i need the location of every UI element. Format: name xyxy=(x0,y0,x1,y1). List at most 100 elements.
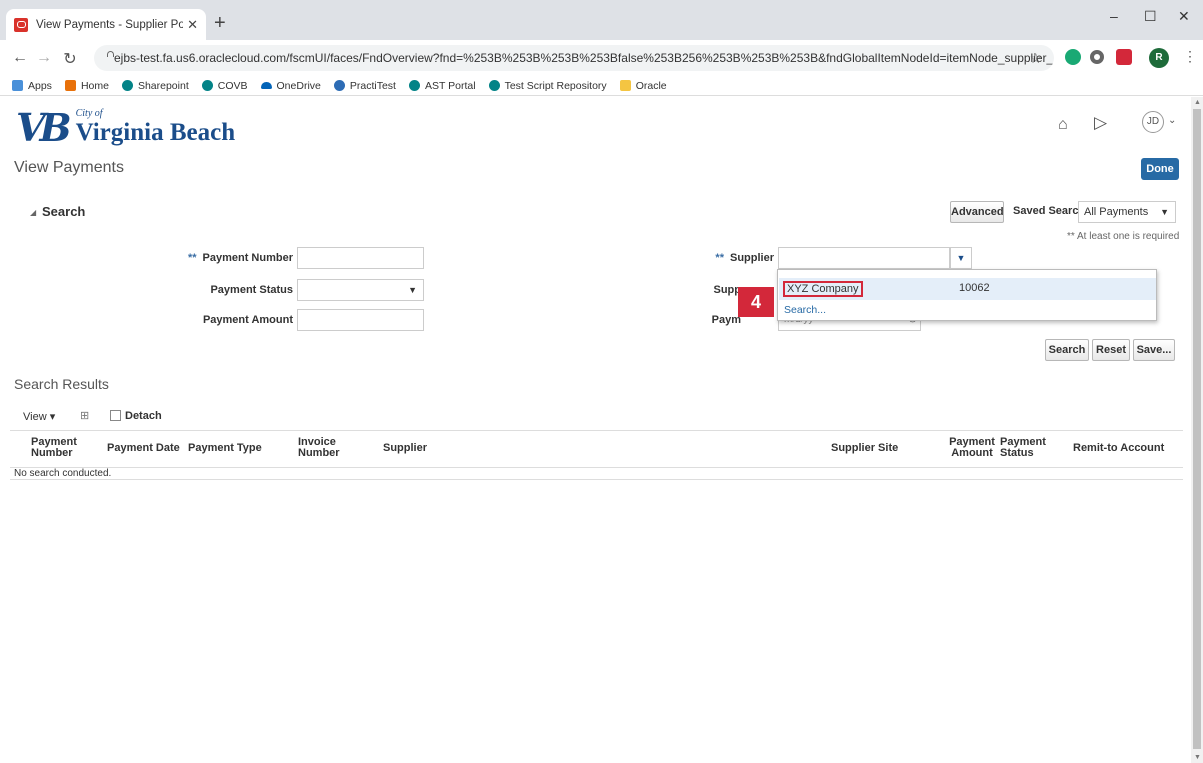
advanced-button[interactable]: Advanced xyxy=(950,201,1004,223)
payment-amount-input[interactable] xyxy=(297,309,424,331)
required-note: ** At least one is required xyxy=(1067,231,1180,242)
freeze-icon[interactable]: ⊞ xyxy=(80,409,89,422)
dropdown-arrow-icon: ▼ xyxy=(408,285,417,295)
column-header-payment-date[interactable]: Payment Date xyxy=(107,443,180,454)
bookmarks-bar: Apps Home Sharepoint COVB OneDrive Pract… xyxy=(0,76,1203,96)
bookmark-practitest[interactable]: PractiTest xyxy=(333,80,396,92)
oracle-favicon-icon xyxy=(14,17,28,32)
home-icon[interactable]: ⌂ xyxy=(1058,116,1068,134)
search-button[interactable]: Search xyxy=(1045,339,1089,361)
apps-grid-icon xyxy=(12,80,23,91)
supplier-option-number: 10062 xyxy=(959,282,990,294)
column-header-supplier[interactable]: Supplier xyxy=(383,443,427,454)
column-header-remit-to-account[interactable]: Remit-to Account xyxy=(1073,443,1164,454)
navigator-icon[interactable]: ▷ xyxy=(1094,113,1107,133)
supplier-label: ** Supplier xyxy=(715,252,774,264)
supplier-option-row[interactable]: XYZ Company 10062 xyxy=(779,278,1156,300)
grammarly-extension-icon[interactable] xyxy=(1065,49,1081,65)
dropdown-arrow-icon: ▼ xyxy=(1160,207,1169,217)
collapse-triangle-icon[interactable]: ◢ xyxy=(30,208,36,217)
column-header-payment-type[interactable]: Payment Type xyxy=(188,443,262,454)
reload-icon[interactable]: ↻ xyxy=(56,49,84,69)
extension-icon[interactable] xyxy=(1090,50,1104,64)
search-section-header[interactable]: Search xyxy=(42,204,85,219)
folder-icon xyxy=(619,80,631,91)
payment-date-label: Paym xyxy=(711,314,741,326)
payment-number-label: ** Payment Number xyxy=(187,252,293,264)
supplier-site-label: Supp xyxy=(713,284,742,296)
page-scrollbar[interactable]: ▲ ▼ xyxy=(1191,97,1203,763)
office-icon xyxy=(64,80,76,91)
forward-icon[interactable]: → xyxy=(30,49,58,67)
minimize-icon[interactable]: – xyxy=(1110,8,1118,24)
supplier-dropdown-button[interactable]: ▼ xyxy=(950,247,972,269)
table-divider xyxy=(10,467,1183,468)
detach-icon[interactable] xyxy=(110,410,121,421)
required-marker: ** xyxy=(187,252,197,264)
window-close-icon[interactable]: ✕ xyxy=(1178,8,1190,25)
practitest-icon xyxy=(333,80,345,91)
supplier-suggestion-popup: XYZ Company 10062 Search... xyxy=(777,269,1157,321)
browser-tab[interactable]: View Payments - Supplier Portal ✕ xyxy=(6,9,206,40)
sharepoint-icon xyxy=(408,80,420,91)
logo-wordmark: City of Virginia Beach xyxy=(75,108,236,148)
payment-status-label: Payment Status xyxy=(210,284,293,296)
payment-status-select[interactable]: ▼ xyxy=(297,279,424,301)
payment-number-input[interactable] xyxy=(297,247,424,269)
save-button[interactable]: Save... xyxy=(1133,339,1175,361)
bookmark-oracle[interactable]: Oracle xyxy=(619,80,667,92)
onedrive-cloud-icon xyxy=(260,82,272,89)
address-bar-row: ← → ↻ ejbs-test.fa.us6.oraclecloud.com/f… xyxy=(0,40,1203,76)
saved-search-select[interactable]: All Payments ▼ xyxy=(1078,201,1176,223)
sharepoint-icon xyxy=(121,80,133,91)
tab-title: View Payments - Supplier Portal xyxy=(36,18,184,31)
bookmark-onedrive[interactable]: OneDrive xyxy=(260,80,321,92)
step-badge: 4 xyxy=(738,287,774,317)
browser-tab-bar: View Payments - Supplier Portal ✕ + – ☐ … xyxy=(0,0,1203,40)
logo-name: Virginia Beach xyxy=(75,119,236,146)
logo-monogram: VB xyxy=(16,105,72,150)
url-field[interactable]: ejbs-test.fa.us6.oraclecloud.com/fscmUI/… xyxy=(94,45,1054,71)
supplier-search-link[interactable]: Search... xyxy=(784,304,826,316)
supplier-option-name[interactable]: XYZ Company xyxy=(783,281,863,297)
reset-button[interactable]: Reset xyxy=(1092,339,1130,361)
page-title: View Payments xyxy=(14,159,124,176)
supplier-input[interactable] xyxy=(778,247,950,269)
scroll-up-icon[interactable]: ▲ xyxy=(1194,99,1201,106)
close-tab-icon[interactable]: ✕ xyxy=(187,17,198,33)
bookmark-test-script-repository[interactable]: Test Script Repository xyxy=(488,80,607,92)
logo-city-of: City of xyxy=(75,108,103,119)
scroll-down-icon[interactable]: ▼ xyxy=(1194,754,1201,761)
bookmark-sharepoint[interactable]: Sharepoint xyxy=(121,80,189,92)
column-header-invoice-number[interactable]: Invoice Number xyxy=(298,437,348,459)
column-header-supplier-site[interactable]: Supplier Site xyxy=(831,443,898,454)
table-divider xyxy=(10,430,1183,431)
saved-search-value: All Payments xyxy=(1084,206,1149,218)
bookmark-covb[interactable]: COVB xyxy=(201,80,248,92)
bookmark-ast-portal[interactable]: AST Portal xyxy=(408,80,476,92)
sharepoint-icon xyxy=(201,80,213,91)
bookmark-apps[interactable]: Apps xyxy=(12,80,52,92)
virginia-beach-logo[interactable]: VB City of Virginia Beach xyxy=(16,104,235,148)
no-results-text: No search conducted. xyxy=(14,468,112,479)
recorder-extension-icon[interactable] xyxy=(1116,49,1132,65)
new-tab-button[interactable]: + xyxy=(214,13,226,33)
required-marker: ** xyxy=(715,252,724,264)
bookmark-star-icon[interactable]: ☆ xyxy=(1029,50,1042,67)
chevron-down-icon[interactable]: ⌄ xyxy=(1168,115,1176,126)
column-header-payment-status[interactable]: Payment Status xyxy=(1000,437,1046,459)
detach-button[interactable]: Detach xyxy=(125,410,162,422)
browser-menu-icon[interactable]: ⋮ xyxy=(1183,48,1197,65)
column-header-payment-amount[interactable]: Payment Amount xyxy=(947,437,997,459)
column-header-payment-number[interactable]: Payment Number xyxy=(31,437,81,459)
table-divider xyxy=(10,479,1183,480)
view-menu[interactable]: View ▾ xyxy=(23,410,55,423)
sharepoint-icon xyxy=(488,80,500,91)
scroll-thumb[interactable] xyxy=(1193,109,1201,749)
payment-amount-label: Payment Amount xyxy=(202,314,293,326)
profile-avatar[interactable]: R xyxy=(1149,48,1169,68)
done-button[interactable]: Done xyxy=(1141,158,1179,180)
maximize-icon[interactable]: ☐ xyxy=(1144,8,1157,25)
user-avatar[interactable]: JD xyxy=(1142,111,1164,133)
bookmark-home[interactable]: Home xyxy=(64,80,109,92)
